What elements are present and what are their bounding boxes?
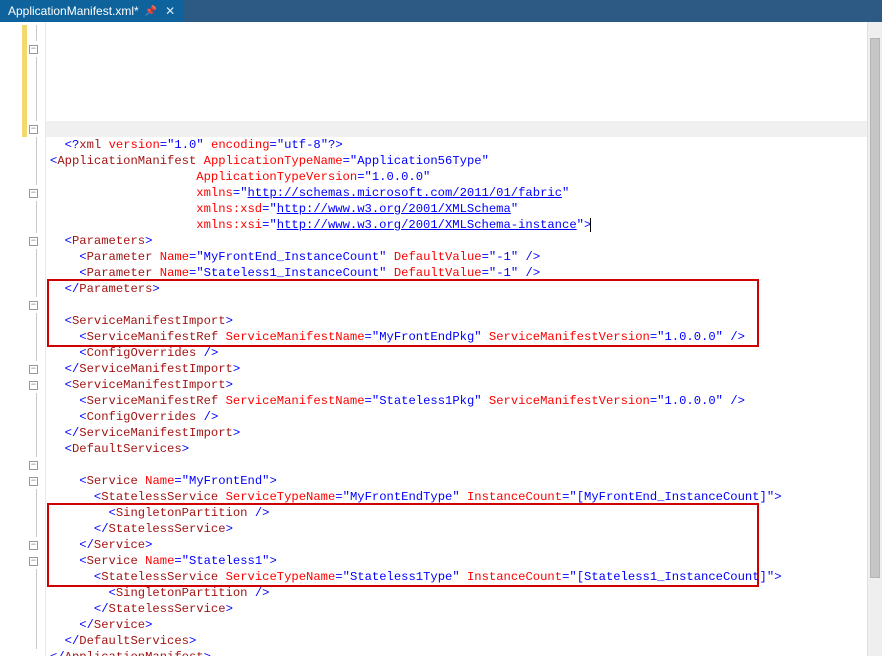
outline-guide bbox=[36, 521, 37, 537]
outline-guide bbox=[36, 137, 37, 153]
current-line-highlight bbox=[46, 121, 882, 137]
gutter-row: − bbox=[0, 553, 45, 569]
code-area[interactable]: <?xml version="1.0" encoding="utf-8"?><A… bbox=[46, 22, 882, 656]
gutter-row bbox=[0, 281, 45, 297]
outline-guide bbox=[36, 201, 37, 217]
outline-guide bbox=[36, 633, 37, 649]
outline-toggle[interactable]: − bbox=[29, 125, 38, 134]
gutter-row: − bbox=[0, 473, 45, 489]
outline-guide bbox=[36, 393, 37, 409]
outline-toggle[interactable]: − bbox=[29, 461, 38, 470]
gutter-row: − bbox=[0, 185, 45, 201]
gutter-row bbox=[0, 89, 45, 105]
gutter-row bbox=[0, 521, 45, 537]
gutter-row bbox=[0, 313, 45, 329]
gutter-row bbox=[0, 601, 45, 617]
outline-toggle[interactable]: − bbox=[29, 365, 38, 374]
gutter-row bbox=[0, 585, 45, 601]
tab-title: ApplicationManifest.xml* bbox=[8, 4, 139, 18]
outline-toggle[interactable]: − bbox=[29, 381, 38, 390]
gutter-row: − bbox=[0, 121, 45, 137]
outline-guide bbox=[36, 329, 37, 345]
gutter-row bbox=[0, 633, 45, 649]
gutter-row bbox=[0, 57, 45, 73]
gutter-row: − bbox=[0, 41, 45, 57]
outline-guide bbox=[36, 617, 37, 633]
gutter-row bbox=[0, 153, 45, 169]
gutter: − − − − − − − − − − − bbox=[0, 22, 46, 656]
outline-guide bbox=[36, 153, 37, 169]
outline-guide bbox=[36, 489, 37, 505]
gutter-row bbox=[0, 345, 45, 361]
gutter-row: − bbox=[0, 537, 45, 553]
outline-guide bbox=[36, 585, 37, 601]
outline-guide bbox=[36, 105, 37, 121]
editor-root: ApplicationManifest.xml* 📌 ✕ −−−−−−−−−−−… bbox=[0, 0, 882, 656]
outline-guide bbox=[36, 73, 37, 89]
gutter-row bbox=[0, 505, 45, 521]
gutter-row bbox=[0, 217, 45, 233]
outline-guide bbox=[36, 249, 37, 265]
gutter-row: − bbox=[0, 297, 45, 313]
outline-guide bbox=[36, 265, 37, 281]
outline-toggle[interactable]: − bbox=[29, 237, 38, 246]
gutter-row bbox=[0, 73, 45, 89]
outline-guide bbox=[36, 169, 37, 185]
outline-guide bbox=[36, 313, 37, 329]
tab-strip: ApplicationManifest.xml* 📌 ✕ bbox=[0, 0, 882, 22]
outline-guide bbox=[36, 89, 37, 105]
gutter-row bbox=[0, 169, 45, 185]
gutter-row bbox=[0, 569, 45, 585]
outline-guide bbox=[36, 601, 37, 617]
gutter-row: − bbox=[0, 377, 45, 393]
outline-guide bbox=[36, 345, 37, 361]
gutter-row: − bbox=[0, 233, 45, 249]
outline-toggle[interactable]: − bbox=[29, 557, 38, 566]
outline-guide bbox=[36, 425, 37, 441]
outline-toggle[interactable]: − bbox=[29, 301, 38, 310]
gutter-row bbox=[0, 249, 45, 265]
outline-guide bbox=[36, 441, 37, 457]
editor-body[interactable]: − − − − − − − − − − − <?xml version="1.0" encoding… bbox=[0, 22, 882, 656]
outline-guide bbox=[36, 217, 37, 233]
gutter-row bbox=[0, 409, 45, 425]
outline-toggle[interactable]: − bbox=[29, 477, 38, 486]
gutter-row: − bbox=[0, 457, 45, 473]
file-tab[interactable]: ApplicationManifest.xml* 📌 ✕ bbox=[0, 0, 183, 22]
outline-toggle[interactable]: − bbox=[29, 541, 38, 550]
gutter-row bbox=[0, 265, 45, 281]
gutter-row bbox=[0, 617, 45, 633]
gutter-row bbox=[0, 329, 45, 345]
gutter-row: − bbox=[0, 361, 45, 377]
gutter-row bbox=[0, 25, 45, 41]
close-icon[interactable]: ✕ bbox=[163, 4, 177, 18]
outline-toggle[interactable]: − bbox=[29, 189, 38, 198]
outline-guide bbox=[36, 25, 37, 41]
gutter-row bbox=[0, 105, 45, 121]
gutter-row bbox=[0, 137, 45, 153]
pin-icon[interactable]: 📌 bbox=[145, 6, 157, 17]
gutter-row bbox=[0, 425, 45, 441]
outline-guide bbox=[36, 281, 37, 297]
outline-guide bbox=[36, 409, 37, 425]
gutter-row bbox=[0, 489, 45, 505]
gutter-row bbox=[0, 393, 45, 409]
outline-guide bbox=[36, 505, 37, 521]
outline-toggle[interactable]: − bbox=[29, 45, 38, 54]
gutter-row bbox=[0, 441, 45, 457]
gutter-row bbox=[0, 201, 45, 217]
outline-guide bbox=[36, 569, 37, 585]
outline-guide bbox=[36, 57, 37, 73]
